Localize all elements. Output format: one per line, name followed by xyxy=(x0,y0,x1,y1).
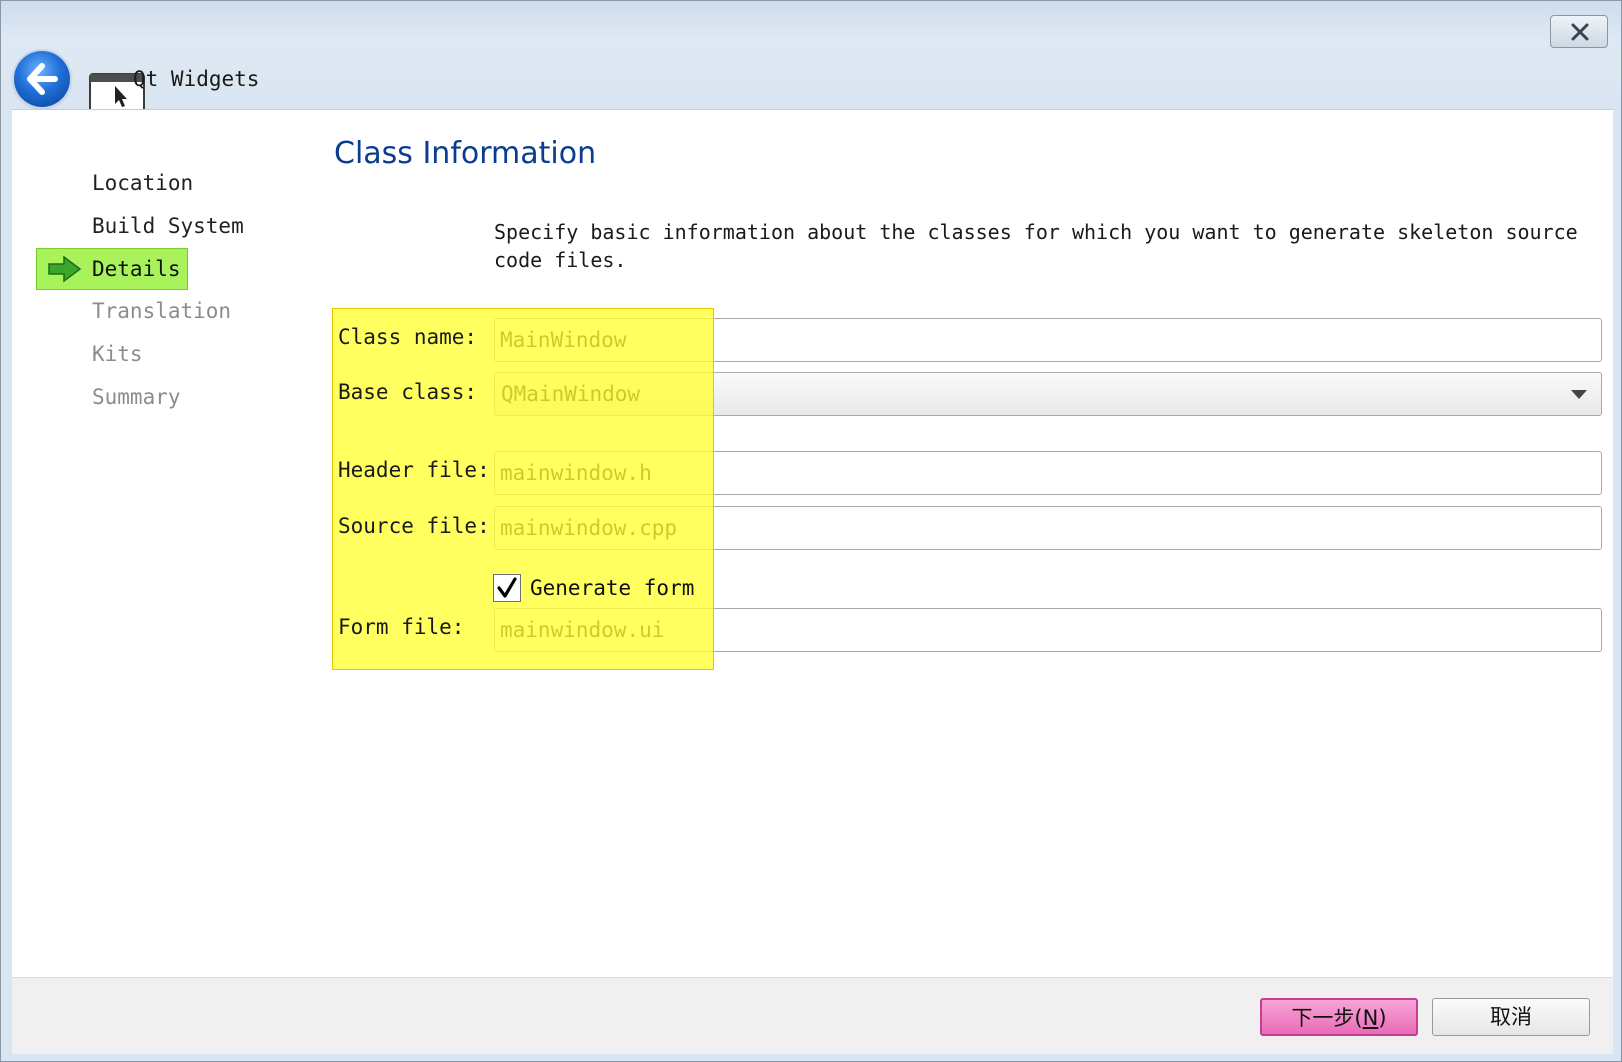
form-file-input[interactable] xyxy=(494,608,1602,652)
generate-form-label: Generate form xyxy=(530,576,695,600)
current-step-arrow-icon xyxy=(48,255,82,283)
nav-step-summary: Summary xyxy=(92,385,181,409)
chevron-down-icon xyxy=(1571,390,1587,399)
wizard-footer: 下一步(N) 取消 xyxy=(12,977,1613,1054)
header-file-label: Header file: xyxy=(338,458,490,482)
base-class-value: QMainWindow xyxy=(501,382,641,406)
back-button[interactable] xyxy=(14,51,70,107)
page-description: Specify basic information about the clas… xyxy=(494,220,1578,272)
nav-step-details-label: Details xyxy=(92,257,181,281)
base-class-label: Base class: xyxy=(338,380,478,404)
wizard-window: Qt Widgets Location Build System Details… xyxy=(0,0,1622,1062)
window-title: Qt Widgets xyxy=(133,67,260,91)
checkmark-icon xyxy=(497,577,517,598)
wizard-content: Location Build System Details Translatio… xyxy=(12,109,1613,978)
next-button-suffix: ) xyxy=(1378,1006,1387,1030)
next-button-mnemonic: N xyxy=(1362,1006,1379,1030)
page-title: Class Information xyxy=(334,136,597,171)
next-button-label: 下一步( xyxy=(1291,1006,1363,1030)
nav-step-location: Location xyxy=(92,171,194,195)
nav-step-kits: Kits xyxy=(92,342,143,366)
form-file-label: Form file: xyxy=(338,615,465,639)
source-file-input[interactable] xyxy=(494,506,1602,550)
close-button[interactable] xyxy=(1550,15,1608,48)
base-class-dropdown[interactable]: QMainWindow xyxy=(494,372,1602,416)
next-button[interactable]: 下一步(N) xyxy=(1260,998,1418,1036)
source-file-label: Source file: xyxy=(338,514,490,538)
back-arrow-icon xyxy=(27,63,58,95)
header-file-input[interactable] xyxy=(494,451,1602,495)
cancel-button[interactable]: 取消 xyxy=(1432,998,1590,1036)
class-name-label: Class name: xyxy=(338,325,478,349)
class-name-input[interactable] xyxy=(494,318,1602,362)
close-icon xyxy=(1571,23,1589,41)
nav-step-translation: Translation xyxy=(92,299,232,323)
nav-step-details-current: Details xyxy=(36,248,188,290)
nav-step-build-system: Build System xyxy=(92,214,244,238)
generate-form-checkbox[interactable] xyxy=(493,574,521,602)
